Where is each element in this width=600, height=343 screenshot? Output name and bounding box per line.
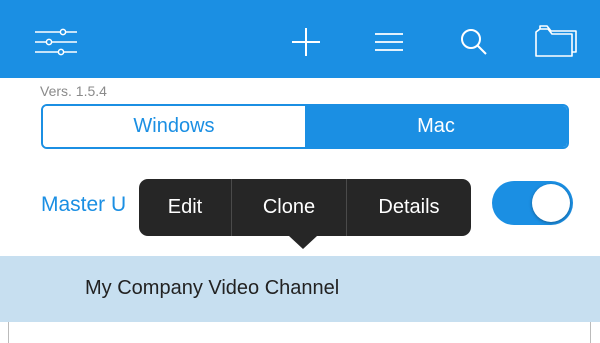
list-icon[interactable] [365,20,413,64]
list-item[interactable]: My Company Video Channel [0,256,600,322]
segment-mac[interactable]: Mac [305,106,567,147]
content-divider [0,322,9,343]
toggle-knob [532,184,570,222]
master-toggle[interactable] [492,181,573,225]
context-menu-arrow [289,236,317,249]
folder-icon[interactable] [531,20,579,64]
platform-selector: Windows Mac [41,104,569,149]
list-item-title: My Company Video Channel [85,277,340,299]
settings-sliders-icon[interactable] [32,20,80,64]
master-row-label: Master U [41,193,127,216]
search-icon[interactable] [450,20,498,64]
segment-windows[interactable]: Windows [43,106,305,147]
content-divider [590,322,600,343]
add-icon[interactable] [282,20,330,64]
menu-item-details[interactable]: Details [347,179,471,236]
menu-item-clone[interactable]: Clone [232,179,346,236]
menu-item-edit[interactable]: Edit [139,179,231,236]
context-menu: Edit Clone Details [139,179,471,236]
top-toolbar [0,0,600,78]
version-label: Vers. 1.5.4 [40,83,107,99]
